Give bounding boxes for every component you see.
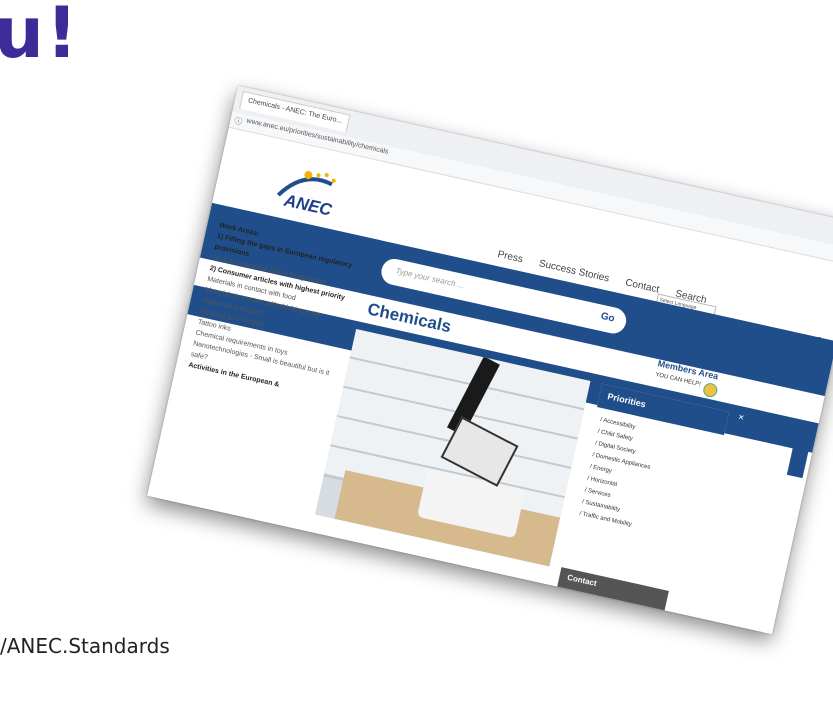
priorities-list: / Accessibility / Child Safety / Digital… [578, 414, 659, 532]
website-screenshot: Chemicals - ANEC: The Euro... ⓘ www.anec… [147, 85, 833, 635]
info-icon: ⓘ [233, 115, 244, 127]
nav-press[interactable]: Press [496, 249, 523, 265]
members-badge-icon [701, 381, 719, 399]
work-areas-sidebar: Work Areas: 1) Filling the gaps in Europ… [187, 220, 367, 403]
slide-footer-link[interactable]: /ANEC.Standards [0, 634, 170, 658]
nav-contact[interactable]: Contact [624, 277, 660, 295]
slide-title: u! [0, 0, 80, 74]
go-button[interactable]: Go [600, 311, 616, 325]
